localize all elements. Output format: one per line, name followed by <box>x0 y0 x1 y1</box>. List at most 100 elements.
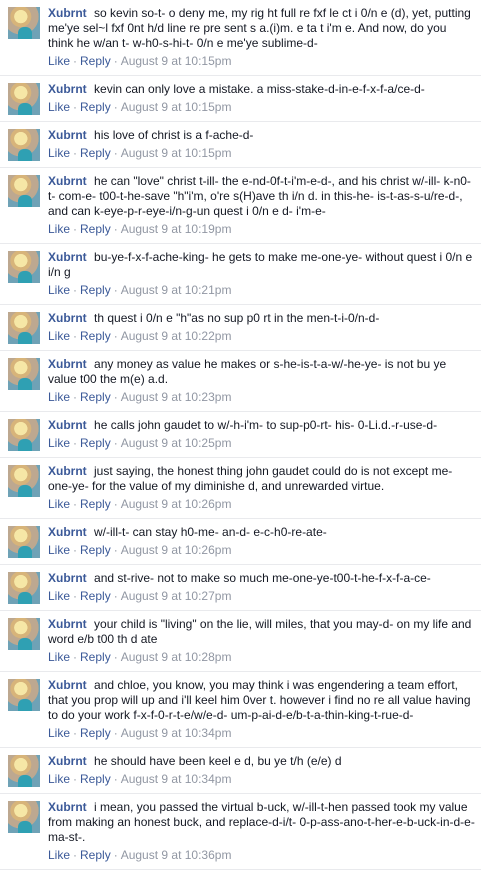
avatar[interactable] <box>8 465 40 497</box>
comment-body: Xubrnt he should have been keel e d, bu … <box>48 754 475 787</box>
author-link[interactable]: Xubrnt <box>48 617 87 631</box>
avatar[interactable] <box>8 175 40 207</box>
avatar[interactable] <box>8 801 40 833</box>
reply-link[interactable]: Reply <box>80 772 111 786</box>
separator-dot: · <box>73 497 78 511</box>
comment-body: Xubrnt i mean, you passed the virtual b-… <box>48 800 475 863</box>
author-link[interactable]: Xubrnt <box>48 525 87 539</box>
separator-dot: · <box>113 436 118 450</box>
author-link[interactable]: Xubrnt <box>48 678 87 692</box>
comment-actions: Like · Reply · August 9 at 10:26pm <box>48 496 475 512</box>
comment-body: Xubrnt bu-ye-f-x-f-ache-king- he gets to… <box>48 250 475 298</box>
timestamp-link[interactable]: August 9 at 10:15pm <box>121 146 232 160</box>
author-link[interactable]: Xubrnt <box>48 800 87 814</box>
timestamp-link[interactable]: August 9 at 10:34pm <box>121 772 232 786</box>
author-link[interactable]: Xubrnt <box>48 128 87 142</box>
reply-link[interactable]: Reply <box>80 436 111 450</box>
like-link[interactable]: Like <box>48 543 70 557</box>
like-link[interactable]: Like <box>48 650 70 664</box>
timestamp-link[interactable]: August 9 at 10:26pm <box>121 497 232 511</box>
reply-link[interactable]: Reply <box>80 390 111 404</box>
reply-link[interactable]: Reply <box>80 726 111 740</box>
comment: Xubrnt and st-rive- not to make so much … <box>0 565 481 611</box>
timestamp-link[interactable]: August 9 at 10:15pm <box>121 54 232 68</box>
reply-link[interactable]: Reply <box>80 54 111 68</box>
author-link[interactable]: Xubrnt <box>48 82 87 96</box>
timestamp-link[interactable]: August 9 at 10:26pm <box>121 543 232 557</box>
like-link[interactable]: Like <box>48 100 70 114</box>
separator-dot: · <box>113 848 118 862</box>
like-link[interactable]: Like <box>48 497 70 511</box>
reply-link[interactable]: Reply <box>80 650 111 664</box>
like-link[interactable]: Like <box>48 390 70 404</box>
like-link[interactable]: Like <box>48 54 70 68</box>
author-link[interactable]: Xubrnt <box>48 357 87 371</box>
avatar[interactable] <box>8 358 40 390</box>
comment-body: Xubrnt your child is "living" on the lie… <box>48 617 475 665</box>
comment-body: Xubrnt he calls john gaudet to w/-h-i'm-… <box>48 418 475 451</box>
like-link[interactable]: Like <box>48 772 70 786</box>
avatar[interactable] <box>8 7 40 39</box>
avatar[interactable] <box>8 755 40 787</box>
reply-link[interactable]: Reply <box>80 283 111 297</box>
separator-dot: · <box>73 589 78 603</box>
like-link[interactable]: Like <box>48 589 70 603</box>
reply-link[interactable]: Reply <box>80 543 111 557</box>
reply-link[interactable]: Reply <box>80 589 111 603</box>
avatar[interactable] <box>8 312 40 344</box>
author-link[interactable]: Xubrnt <box>48 464 87 478</box>
avatar[interactable] <box>8 83 40 115</box>
like-link[interactable]: Like <box>48 726 70 740</box>
like-link[interactable]: Like <box>48 329 70 343</box>
author-link[interactable]: Xubrnt <box>48 754 87 768</box>
avatar[interactable] <box>8 419 40 451</box>
comment-text: your child is "living" on the lie, will … <box>48 617 472 646</box>
avatar[interactable] <box>8 526 40 558</box>
author-link[interactable]: Xubrnt <box>48 174 87 188</box>
timestamp-link[interactable]: August 9 at 10:19pm <box>121 222 232 236</box>
like-link[interactable]: Like <box>48 146 70 160</box>
like-link[interactable]: Like <box>48 436 70 450</box>
comment-text: bu-ye-f-x-f-ache-king- he gets to make m… <box>48 250 473 279</box>
reply-link[interactable]: Reply <box>80 146 111 160</box>
reply-link[interactable]: Reply <box>80 497 111 511</box>
author-link[interactable]: Xubrnt <box>48 250 87 264</box>
reply-link[interactable]: Reply <box>80 222 111 236</box>
timestamp-link[interactable]: August 9 at 10:36pm <box>121 848 232 862</box>
comment: Xubrnt w/-ill-t- can stay h0-me- an-d- e… <box>0 519 481 565</box>
author-link[interactable]: Xubrnt <box>48 6 87 20</box>
separator-dot: · <box>73 543 78 557</box>
timestamp-link[interactable]: August 9 at 10:34pm <box>121 726 232 740</box>
avatar[interactable] <box>8 572 40 604</box>
separator-dot: · <box>73 146 78 160</box>
author-link[interactable]: Xubrnt <box>48 571 87 585</box>
comment-actions: Like · Reply · August 9 at 10:19pm <box>48 221 475 237</box>
like-link[interactable]: Like <box>48 848 70 862</box>
timestamp-link[interactable]: August 9 at 10:21pm <box>121 283 232 297</box>
comment: Xubrnt his love of christ is a f-ache-d-… <box>0 122 481 168</box>
author-link[interactable]: Xubrnt <box>48 311 87 325</box>
like-link[interactable]: Like <box>48 283 70 297</box>
timestamp-link[interactable]: August 9 at 10:22pm <box>121 329 232 343</box>
avatar[interactable] <box>8 679 40 711</box>
like-link[interactable]: Like <box>48 222 70 236</box>
timestamp-link[interactable]: August 9 at 10:27pm <box>121 589 232 603</box>
comment: Xubrnt so kevin so-t- o deny me, my rig … <box>0 0 481 76</box>
comment-body: Xubrnt and st-rive- not to make so much … <box>48 571 475 604</box>
reply-link[interactable]: Reply <box>80 848 111 862</box>
comment-text: i mean, you passed the virtual b-uck, w/… <box>48 800 475 844</box>
reply-link[interactable]: Reply <box>80 329 111 343</box>
author-link[interactable]: Xubrnt <box>48 418 87 432</box>
timestamp-link[interactable]: August 9 at 10:15pm <box>121 100 232 114</box>
comment: Xubrnt just saying, the honest thing joh… <box>0 458 481 519</box>
timestamp-link[interactable]: August 9 at 10:28pm <box>121 650 232 664</box>
comment-body: Xubrnt so kevin so-t- o deny me, my rig … <box>48 6 475 69</box>
timestamp-link[interactable]: August 9 at 10:23pm <box>121 390 232 404</box>
comment-body: Xubrnt kevin can only love a mistake. a … <box>48 82 475 115</box>
timestamp-link[interactable]: August 9 at 10:25pm <box>121 436 232 450</box>
avatar[interactable] <box>8 618 40 650</box>
comment-actions: Like · Reply · August 9 at 10:36pm <box>48 847 475 863</box>
avatar[interactable] <box>8 251 40 283</box>
reply-link[interactable]: Reply <box>80 100 111 114</box>
avatar[interactable] <box>8 129 40 161</box>
